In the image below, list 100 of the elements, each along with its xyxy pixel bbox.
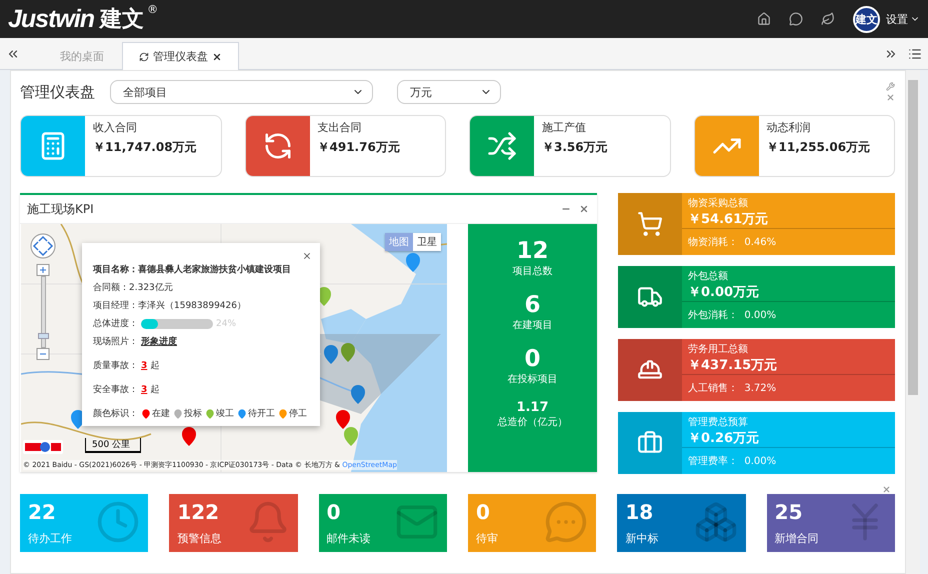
kpi-label: 项目总数: [512, 264, 552, 278]
page-tab[interactable]: 管理仪表盘: [122, 42, 239, 70]
tile-label: 预警信息: [177, 531, 222, 546]
cost-title: 物资采购总额: [688, 196, 749, 210]
info-tile[interactable]: 122 预警信息: [169, 494, 298, 552]
legend-text: 在建: [152, 408, 170, 420]
info-tile[interactable]: 18 新中标: [617, 494, 746, 552]
avatar[interactable]: 建文: [853, 6, 880, 32]
logo-text: Justwin: [8, 4, 94, 34]
stat-label: 动态利润: [766, 120, 812, 135]
zoom-out-icon[interactable]: [36, 348, 50, 360]
map-marker-icon[interactable]: [344, 427, 358, 446]
registered-mark: ®: [147, 3, 158, 16]
tile-label: 待办工作: [28, 531, 72, 546]
progress-bar: [141, 318, 213, 328]
menu-icon[interactable]: [908, 46, 922, 60]
home-icon[interactable]: [757, 12, 771, 26]
map-marker-icon[interactable]: [341, 343, 355, 362]
logo-icon: [23, 440, 63, 454]
tile-label: 待审: [476, 531, 498, 546]
zoom-in-icon[interactable]: [36, 264, 50, 276]
cost-title: 管理费总预算: [688, 416, 749, 429]
map-scale: 500 公里: [85, 438, 142, 453]
tile-value: 0: [476, 500, 490, 524]
page-title: 管理仪表盘: [20, 82, 96, 102]
kpi-label: 总造价（亿元）: [498, 416, 568, 429]
pan-control-icon[interactable]: [29, 232, 57, 260]
cost-ratio: 管理费率： 0.00%: [687, 454, 778, 469]
kpi-label: 在建项目: [512, 318, 552, 332]
circular-arrows-icon: [262, 131, 292, 161]
cost-ratio: 人工销售： 3.72%: [687, 382, 778, 396]
kpi-label: 在投标项目: [508, 372, 558, 386]
kpi-value: 12: [516, 238, 548, 264]
dropdown-select[interactable]: 全部项目: [110, 80, 373, 104]
incident-count[interactable]: 3: [141, 384, 148, 394]
wrench-icon[interactable]: [886, 82, 895, 91]
photo-link[interactable]: 形象进度: [141, 335, 177, 348]
legend-text: 投标: [184, 408, 202, 420]
cost-value: ￥437.15万元: [688, 357, 778, 374]
cost-title: 外包总额: [688, 270, 729, 283]
page-tab[interactable]: 我的桌面: [42, 42, 122, 70]
tile-value: 122: [177, 500, 220, 524]
map-marker-icon[interactable]: [406, 253, 420, 272]
stat-label: 施工产值: [542, 120, 587, 135]
chat-icon[interactable]: [789, 12, 803, 26]
tile-value: 0: [326, 500, 341, 524]
info-tile[interactable]: 25 新增合同: [766, 494, 895, 552]
incident-count[interactable]: 3: [141, 360, 148, 370]
briefcase-icon: [637, 430, 663, 456]
speech-bubble-icon: [544, 500, 588, 544]
cost-value: ￥0.26万元: [688, 430, 760, 447]
boxes-icon: [694, 500, 738, 544]
map-marker-icon[interactable]: [351, 385, 365, 404]
legend-text: 竣工: [216, 408, 234, 420]
cost-value: ￥0.00万元: [688, 284, 760, 301]
leaf-icon[interactable]: [821, 12, 835, 26]
incident-unit: 起: [150, 384, 160, 396]
project-manager: 项目经理：李泽兴（15983899426）: [93, 300, 247, 312]
project-name: 项目名称：喜德县彝人老家旅游扶贫小镇建设项目: [93, 263, 291, 276]
stat-value: ￥3.56万元: [542, 139, 608, 156]
stat-value: ￥11,255.06万元: [766, 139, 870, 156]
settings-menu[interactable]: 设置: [886, 12, 920, 26]
kpi-value: 0: [524, 346, 540, 372]
stat-label: 支出合同: [318, 120, 362, 135]
map-marker-icon[interactable]: [182, 427, 196, 446]
incident-label: 质量事故：: [93, 360, 138, 372]
clock-icon: [96, 500, 140, 544]
tile-value: 18: [625, 500, 654, 524]
tile-label: 新中标: [625, 531, 658, 546]
kpi-value: 6: [524, 292, 540, 318]
map-type-tab[interactable]: 卫星: [413, 233, 441, 251]
progress-label: 总体进度：: [93, 318, 138, 330]
refresh-icon[interactable]: [139, 52, 149, 62]
stat-value: ￥11,747.08万元: [93, 139, 197, 156]
stat-value: ￥491.76万元: [318, 139, 400, 156]
close-icon[interactable]: [212, 52, 222, 62]
close-icon[interactable]: [302, 251, 312, 261]
stat-label: 收入合同: [93, 120, 138, 135]
shuffle-icon: [487, 131, 517, 161]
kpi-value: 1.17: [516, 400, 549, 415]
cost-value: ￥54.61万元: [688, 211, 770, 228]
cost-ratio: 物资消耗： 0.46%: [687, 236, 778, 250]
map-marker-icon[interactable]: [336, 410, 350, 429]
legend-text: 待开工: [248, 408, 275, 420]
incident-unit: 起: [150, 360, 160, 372]
panel-title: 施工现场KPI: [27, 200, 94, 218]
tile-label: 新增合同: [774, 531, 819, 546]
cost-title: 劳务用工总额: [688, 342, 749, 356]
legend-text: 停工: [289, 408, 307, 420]
tile-value: 22: [28, 500, 56, 524]
legend-label: 颜色标识：: [93, 408, 138, 420]
tile-value: 25: [774, 500, 802, 524]
map-marker-icon[interactable]: [324, 345, 338, 364]
dropdown-select[interactable]: 万元: [397, 80, 501, 104]
cost-ratio: 外包消耗： 0.00%: [687, 308, 778, 323]
tile-label: 邮件未读: [326, 531, 371, 546]
scrollbar[interactable]: [906, 70, 920, 574]
logo-chinese-text: 建文: [100, 6, 144, 34]
contract-amount: 合同额：2.323亿元: [93, 282, 174, 294]
info-tile[interactable]: 0 邮件未读: [318, 494, 447, 552]
